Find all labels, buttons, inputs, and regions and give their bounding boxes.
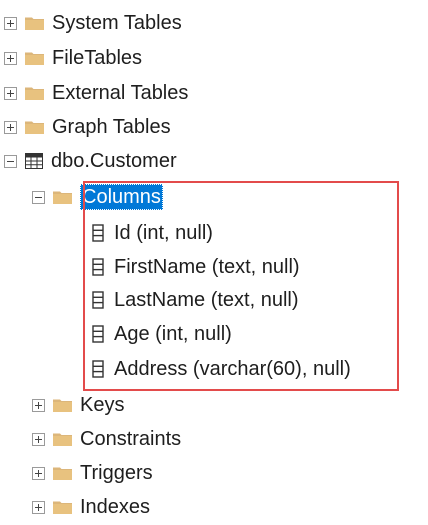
column-icon <box>92 325 104 343</box>
column-icon <box>92 258 104 276</box>
expand-icon[interactable] <box>4 120 17 134</box>
tree-node-label: LastName (text, null) <box>114 289 299 311</box>
table-icon <box>25 153 43 169</box>
folder-icon <box>25 121 44 134</box>
tree-node-label: Keys <box>80 394 125 416</box>
tree-node-column-age[interactable]: Age (int, null) <box>92 318 232 350</box>
expand-icon[interactable] <box>32 432 45 446</box>
tree-node-label: Address (varchar(60), null) <box>114 358 351 380</box>
tree-node-label: Indexes <box>80 496 151 518</box>
column-icon <box>92 360 104 378</box>
folder-icon <box>53 467 72 480</box>
folder-icon <box>25 52 44 65</box>
tree-node-label: Constraints <box>80 428 182 450</box>
column-icon <box>92 291 104 309</box>
tree-node-triggers[interactable]: Triggers <box>32 457 153 489</box>
folder-icon <box>25 87 44 100</box>
folder-icon <box>25 17 44 30</box>
tree-node-columns[interactable]: Columns <box>32 181 163 213</box>
folder-icon <box>53 433 72 446</box>
collapse-icon[interactable] <box>4 154 17 168</box>
tree-node-keys[interactable]: Keys <box>32 389 124 421</box>
tree-node-label: dbo.Customer <box>51 150 177 172</box>
tree-node-indexes[interactable]: Indexes <box>32 491 150 523</box>
expand-icon[interactable] <box>4 51 17 65</box>
tree-node-label: Graph Tables <box>52 116 171 138</box>
expand-icon[interactable] <box>4 16 17 30</box>
tree-node-filetables[interactable]: FileTables <box>4 42 142 74</box>
tree-node-dbo-customer[interactable]: dbo.Customer <box>4 145 177 177</box>
folder-icon <box>53 501 72 514</box>
folder-icon <box>53 191 72 204</box>
tree-node-label-selected: Columns <box>80 184 163 210</box>
expand-icon[interactable] <box>32 500 45 514</box>
tree-node-label: Triggers <box>80 462 153 484</box>
expand-icon[interactable] <box>32 398 45 412</box>
folder-icon <box>53 399 72 412</box>
tree-node-label: FileTables <box>52 47 143 69</box>
tree-node-column-firstname[interactable]: FirstName (text, null) <box>92 251 300 283</box>
tree-node-label: FirstName (text, null) <box>114 256 300 278</box>
tree-node-label: External Tables <box>52 82 189 104</box>
column-icon <box>92 224 104 242</box>
tree-node-label: Age (int, null) <box>114 323 232 345</box>
tree-node-constraints[interactable]: Constraints <box>32 423 181 455</box>
tree-node-column-address[interactable]: Address (varchar(60), null) <box>92 353 351 385</box>
tree-node-column-lastname[interactable]: LastName (text, null) <box>92 284 299 316</box>
collapse-icon[interactable] <box>32 190 45 204</box>
object-explorer-tree: System Tables FileTables External Tables… <box>0 0 428 525</box>
tree-node-column-id[interactable]: Id (int, null) <box>92 217 213 249</box>
tree-node-system-tables[interactable]: System Tables <box>4 7 182 39</box>
tree-node-label: System Tables <box>52 12 182 34</box>
expand-icon[interactable] <box>32 466 45 480</box>
tree-node-graph-tables[interactable]: Graph Tables <box>4 111 171 143</box>
tree-node-external-tables[interactable]: External Tables <box>4 77 188 109</box>
expand-icon[interactable] <box>4 86 17 100</box>
tree-node-label: Id (int, null) <box>114 222 213 244</box>
